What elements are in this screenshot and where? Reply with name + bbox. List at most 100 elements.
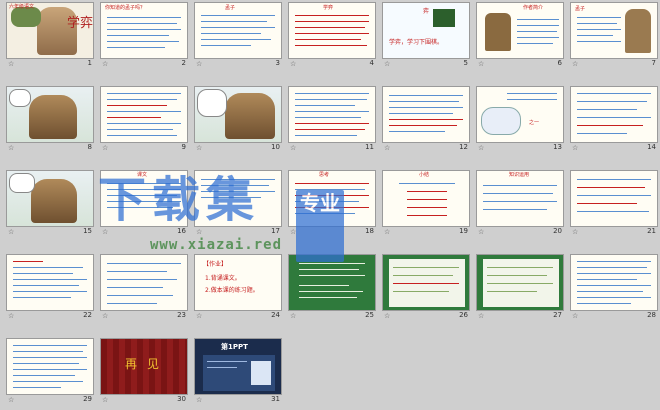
transition-icon: ☆	[478, 144, 485, 152]
slide-number: 18	[365, 227, 374, 235]
homework-item-1: 1.背诵课文。	[205, 275, 241, 282]
watermark-badge: 专业	[296, 190, 344, 262]
slide-title: 孟子	[225, 5, 236, 11]
transition-icon: ☆	[572, 60, 579, 68]
slide-thumbnail-9[interactable]: ☆ 9	[100, 86, 188, 152]
transition-icon: ☆	[384, 60, 391, 68]
slide-subtitle: 思考	[319, 172, 330, 178]
slide-number: 15	[83, 227, 92, 235]
slide-thumbnail-10[interactable]: ☆ 10	[194, 86, 282, 152]
thought-cloud	[481, 107, 521, 135]
slide-number: 13	[553, 143, 562, 151]
figure-painting	[29, 95, 77, 139]
slide-number: 3	[275, 59, 280, 67]
slide-thumbnail-24[interactable]: 【作业】 1.背诵课文。 2.做本课的练习题。 ☆ 24	[194, 254, 282, 320]
slide-thumbnail-13[interactable]: 之一 ☆ 13	[476, 86, 564, 152]
mencius-portrait	[625, 9, 651, 53]
transition-icon: ☆	[196, 60, 203, 68]
slide-number: 17	[271, 227, 280, 235]
transition-icon: ☆	[8, 60, 15, 68]
slide-thumbnail-15[interactable]: ☆ 15	[6, 170, 94, 236]
transition-icon: ☆	[478, 60, 485, 68]
slide-subtitle: 之一	[529, 120, 540, 126]
brand-logo: 第1PPT	[221, 343, 248, 351]
slide-subtitle: 弈	[423, 8, 430, 15]
slide-thumbnail-26[interactable]: ☆ 26	[382, 254, 470, 320]
transition-icon: ☆	[478, 312, 485, 320]
slide-thumbnail-6[interactable]: 作者简介 ☆ 6	[476, 2, 564, 68]
slide-thumbnail-7[interactable]: 孟子 ☆ 7	[570, 2, 658, 68]
figure-painting	[31, 179, 77, 223]
slide-thumbnail-14[interactable]: ☆ 14	[570, 86, 658, 152]
speech-bubble	[197, 89, 227, 117]
transition-icon: ☆	[102, 144, 109, 152]
slide-thumbnail-22[interactable]: ☆ 22	[6, 254, 94, 320]
slide-thumbnail-8[interactable]: ☆ 8	[6, 86, 94, 152]
slide-title: 学弈	[323, 5, 334, 11]
figure-painting	[225, 93, 275, 139]
slide-thumbnail-27[interactable]: ☆ 27	[476, 254, 564, 320]
transition-icon: ☆	[8, 228, 15, 236]
slide-thumbnail-1[interactable]: 六年级语文 学弈 ☆ 1	[6, 2, 94, 68]
transition-icon: ☆	[196, 396, 203, 404]
slide-number: 23	[177, 311, 186, 319]
slide-thumbnail-11[interactable]: ☆ 11	[288, 86, 376, 152]
slide-number: 8	[87, 143, 92, 151]
slide-title: 再见	[125, 357, 170, 371]
slide-number: 6	[557, 59, 562, 67]
slide-number: 12	[459, 143, 468, 151]
slide-thumbnail-12[interactable]: ☆ 12	[382, 86, 470, 152]
transition-icon: ☆	[290, 312, 297, 320]
transition-icon: ☆	[572, 228, 579, 236]
slide-thumbnail-21[interactable]: ☆ 21	[570, 170, 658, 236]
slide-number: 14	[647, 143, 656, 151]
transition-icon: ☆	[196, 312, 203, 320]
transition-icon: ☆	[102, 396, 109, 404]
slide-thumbnail-20[interactable]: 知识运用 ☆ 20	[476, 170, 564, 236]
transition-icon: ☆	[572, 312, 579, 320]
transition-icon: ☆	[384, 312, 391, 320]
slide-subtitle: 小结	[419, 172, 430, 178]
transition-icon: ☆	[290, 60, 297, 68]
slide-thumbnail-4[interactable]: 学弈 ☆ 4	[288, 2, 376, 68]
slide-title: 学弈，学习下围棋。	[389, 39, 444, 46]
slide-thumbnail-28[interactable]: ☆ 28	[570, 254, 658, 320]
slide-number: 2	[181, 59, 186, 67]
slide-thumbnail-31[interactable]: 第1PPT ☆ 31	[194, 338, 282, 404]
transition-icon: ☆	[196, 144, 203, 152]
transition-icon: ☆	[478, 228, 485, 236]
watermark-url: www.xiazai.red	[150, 237, 283, 253]
slide-thumbnail-25[interactable]: ☆ 25	[288, 254, 376, 320]
homework-heading: 【作业】	[203, 261, 228, 268]
slide-thumbnail-30[interactable]: 再见 ☆ 30	[100, 338, 188, 404]
slide-thumbnail-3[interactable]: 孟子 ☆ 3	[194, 2, 282, 68]
slide-title: 你知道的孟子吗？	[105, 5, 146, 11]
slide-thumbnail-5[interactable]: 弈 学弈，学习下围棋。 ☆ 5	[382, 2, 470, 68]
transition-icon: ☆	[384, 144, 391, 152]
slide-number: 31	[271, 395, 280, 403]
tree-painting	[11, 7, 41, 27]
slide-title: 孟子	[575, 6, 586, 12]
slide-number: 29	[83, 395, 92, 403]
homework-item-2: 2.做本课的练习题。	[205, 287, 259, 294]
slide-thumbnail-19[interactable]: 小结 ☆ 19	[382, 170, 470, 236]
slide-number: 5	[463, 59, 468, 67]
transition-icon: ☆	[8, 144, 15, 152]
slide-thumbnail-2[interactable]: 你知道的孟子吗？ ☆ 2	[100, 2, 188, 68]
transition-icon: ☆	[102, 60, 109, 68]
transition-icon: ☆	[8, 312, 15, 320]
slide-number: 11	[365, 143, 374, 151]
slide-number: 28	[647, 311, 656, 319]
transition-icon: ☆	[290, 144, 297, 152]
slide-number: 7	[651, 59, 656, 67]
author-portrait	[485, 13, 511, 51]
slide-number: 24	[271, 311, 280, 319]
transition-icon: ☆	[384, 228, 391, 236]
slide-subtitle: 六年级语文	[9, 4, 35, 10]
slide-thumbnail-29[interactable]: ☆ 29	[6, 338, 94, 404]
slide-number: 9	[181, 143, 186, 151]
slide-number: 27	[553, 311, 562, 319]
slide-thumbnail-23[interactable]: ☆ 23	[100, 254, 188, 320]
slide-number: 19	[459, 227, 468, 235]
slide-number: 22	[83, 311, 92, 319]
